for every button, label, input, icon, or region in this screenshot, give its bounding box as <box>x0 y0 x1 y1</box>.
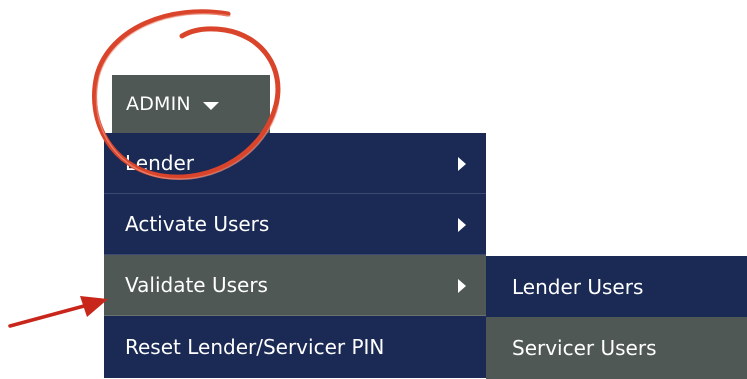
admin-menu-label: ADMIN <box>126 93 191 115</box>
menu-item-label: Reset Lender/Servicer PIN <box>125 335 385 359</box>
caret-down-icon <box>202 102 219 110</box>
menu-item-label: Validate Users <box>125 273 268 297</box>
chevron-right-icon <box>458 279 466 293</box>
menu-item-lender[interactable]: Lender <box>104 133 486 194</box>
arrow-annotation <box>8 296 108 328</box>
menu-item-validate-users[interactable]: Validate Users <box>104 255 486 316</box>
admin-dropdown-menu: Lender Activate Users Validate Users Res… <box>104 133 486 378</box>
submenu-item-servicer-users[interactable]: Servicer Users <box>486 317 747 379</box>
chevron-right-icon <box>458 218 466 232</box>
menu-item-reset-pin[interactable]: Reset Lender/Servicer PIN <box>104 316 486 378</box>
menu-item-activate-users[interactable]: Activate Users <box>104 194 486 255</box>
menu-item-label: Activate Users <box>125 212 270 236</box>
submenu-item-label: Servicer Users <box>512 336 657 360</box>
menu-item-label: Lender <box>125 151 194 175</box>
validate-users-submenu: Lender Users Servicer Users <box>486 256 747 379</box>
chevron-right-icon <box>458 157 466 171</box>
admin-menu-button[interactable]: ADMIN <box>112 75 270 133</box>
submenu-item-label: Lender Users <box>512 274 644 299</box>
submenu-item-lender-users[interactable]: Lender Users <box>486 256 747 317</box>
